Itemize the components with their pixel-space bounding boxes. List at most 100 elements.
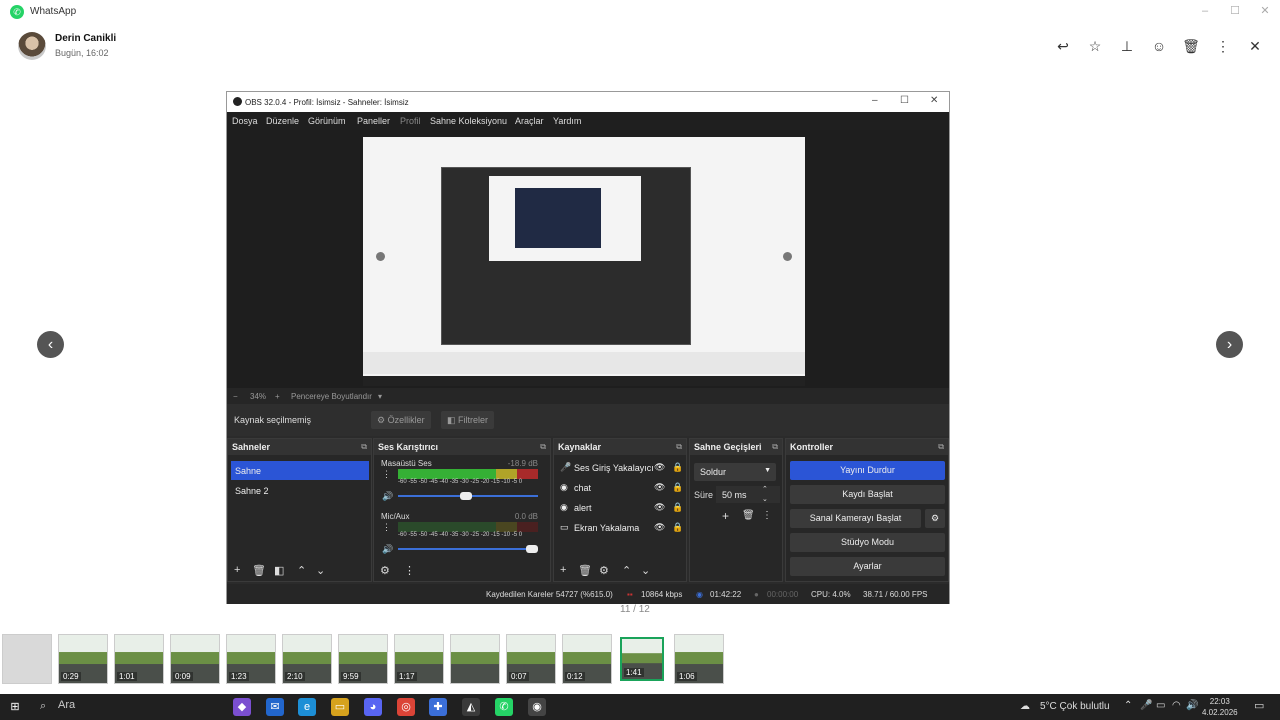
thumbnail[interactable]: 2:10 <box>282 634 332 684</box>
volume-slider[interactable] <box>398 545 538 553</box>
thumbnail[interactable]: 9:59 <box>338 634 388 684</box>
start-virtual-camera-button[interactable]: Sanal Kamerayı Başlat <box>790 509 921 528</box>
visibility-eye-icon[interactable]: 👁 <box>654 482 665 493</box>
scene-up-icon[interactable]: ⌃ <box>297 564 306 577</box>
menu-sahne-koleksiyonu[interactable]: Sahne Koleksiyonu <box>430 116 507 126</box>
volume-knob[interactable] <box>526 545 538 553</box>
speaker-icon[interactable]: 🔊 <box>382 544 393 555</box>
pin-icon[interactable]: ⊥ <box>1117 36 1137 56</box>
thumbnail-active[interactable]: 1:41 <box>620 637 664 681</box>
obs-maximize-icon[interactable]: ☐ <box>900 95 909 106</box>
menu-gorunum[interactable]: Görünüm <box>308 116 346 126</box>
whatsapp-taskbar-icon[interactable]: ✆ <box>495 698 513 716</box>
virtual-camera-settings-icon[interactable]: ⚙ <box>925 509 945 528</box>
channel-menu-icon[interactable]: ⋮ <box>382 469 391 480</box>
edge-icon[interactable]: e <box>298 698 316 716</box>
source-item-alert[interactable]: ◉ alert 👁 🔒 <box>558 499 684 517</box>
app-icon[interactable]: ✚ <box>429 698 447 716</box>
file-explorer-icon[interactable]: ▭ <box>331 698 349 716</box>
menu-profil[interactable]: Profil <box>400 116 421 126</box>
zoom-dropdown-icon[interactable]: ▾ <box>378 392 382 401</box>
duration-down-icon[interactable]: ⌄ <box>762 495 768 503</box>
lock-icon[interactable]: 🔒 <box>672 522 683 533</box>
undock-icon[interactable]: ⧉ <box>540 442 546 452</box>
minimize-button[interactable]: – <box>1190 2 1220 20</box>
copilot-icon[interactable]: ◆ <box>233 698 251 716</box>
app-icon-2[interactable]: ◭ <box>462 698 480 716</box>
settings-button[interactable]: Ayarlar <box>790 557 945 576</box>
thumbnail[interactable]: 0:07 <box>506 634 556 684</box>
thumbnail[interactable]: 1:06 <box>674 634 724 684</box>
source-properties-icon[interactable]: ⚙ <box>599 564 609 577</box>
undock-icon[interactable]: ⧉ <box>361 442 367 452</box>
duration-up-icon[interactable]: ⌃ <box>762 485 768 493</box>
close-viewer-icon[interactable]: ✕ <box>1245 36 1265 56</box>
delete-icon[interactable]: 🗑 <box>1181 36 1201 56</box>
volume-knob[interactable] <box>460 492 472 500</box>
source-item-audio-input[interactable]: 🎤 Ses Giriş Yakalayıcı 👁 🔒 <box>558 459 684 477</box>
speaker-icon[interactable]: 🔊 <box>382 491 393 502</box>
undock-icon[interactable]: ⧉ <box>772 442 778 452</box>
taskbar-search[interactable]: Ara <box>58 699 75 711</box>
tray-chevron-icon[interactable]: ⌃ <box>1124 700 1132 711</box>
lock-icon[interactable]: 🔒 <box>672 502 683 513</box>
weather-text[interactable]: 5°C Çok bulutlu <box>1040 701 1110 712</box>
menu-duzenle[interactable]: Düzenle <box>266 116 299 126</box>
maximize-button[interactable]: ☐ <box>1220 2 1250 20</box>
preview-canvas[interactable] <box>363 137 805 386</box>
stop-stream-button[interactable]: Yayını Durdur <box>790 461 945 480</box>
start-windows-icon[interactable]: ⊞ <box>6 698 24 716</box>
duration-input[interactable]: 50 ms <box>716 486 780 503</box>
scene-item-sahne-2[interactable]: Sahne 2 <box>231 481 369 500</box>
zoom-out-button[interactable]: − <box>233 392 238 401</box>
source-down-icon[interactable]: ⌄ <box>641 564 650 577</box>
thumbnail[interactable]: 0:12 <box>562 634 612 684</box>
add-source-icon[interactable]: + <box>560 564 566 576</box>
transition-menu-icon[interactable]: ⋮ <box>762 510 772 521</box>
thumbnail[interactable]: 0:29 <box>58 634 108 684</box>
visibility-eye-icon[interactable]: 👁 <box>654 522 665 533</box>
thumbnail[interactable] <box>450 634 500 684</box>
studio-mode-button[interactable]: Stüdyo Modu <box>790 533 945 552</box>
lock-icon[interactable]: 🔒 <box>672 462 683 473</box>
start-recording-button[interactable]: Kaydı Başlat <box>790 485 945 504</box>
thumbnail[interactable]: 1:01 <box>114 634 164 684</box>
channel-menu-icon[interactable]: ⋮ <box>382 522 391 533</box>
transition-select[interactable]: Soldur ▼ <box>694 463 776 481</box>
source-item-screen-capture[interactable]: ▭ Ekran Yakalama 👁 🔒 <box>558 519 684 537</box>
chrome-icon[interactable]: ◎ <box>397 698 415 716</box>
microphone-icon[interactable]: 🎤 <box>1140 700 1152 711</box>
obs-close-icon[interactable]: ✕ <box>930 95 938 106</box>
thumbnail[interactable] <box>2 634 52 684</box>
menu-araclar[interactable]: Araçlar <box>515 116 544 126</box>
remove-source-icon[interactable]: 🗑 <box>578 564 592 577</box>
thumbnail[interactable]: 0:09 <box>170 634 220 684</box>
discord-icon[interactable]: ◕ <box>364 698 382 716</box>
volume-slider[interactable] <box>398 492 538 500</box>
add-scene-icon[interactable]: + <box>234 564 240 576</box>
menu-dosya[interactable]: Dosya <box>232 116 258 126</box>
visibility-eye-icon[interactable]: 👁 <box>654 502 665 513</box>
scene-down-icon[interactable]: ⌄ <box>316 564 325 577</box>
more-options-icon[interactable]: ⋮ <box>1213 36 1233 56</box>
source-up-icon[interactable]: ⌃ <box>622 564 631 577</box>
emoji-icon[interactable]: ☺ <box>1149 36 1169 56</box>
source-item-chat[interactable]: ◉ chat 👁 🔒 <box>558 479 684 497</box>
menu-yardim[interactable]: Yardım <box>553 116 581 126</box>
taskbar-clock[interactable]: 22:03 4.02.2026 <box>1202 696 1238 718</box>
obs-minimize-icon[interactable]: – <box>872 95 878 106</box>
scene-item-sahne[interactable]: Sahne <box>231 461 369 480</box>
previous-media-button[interactable]: ‹ <box>37 331 64 358</box>
thumbnail[interactable]: 1:17 <box>394 634 444 684</box>
menu-paneller[interactable]: Paneller <box>357 116 390 126</box>
avatar[interactable] <box>18 32 46 60</box>
star-icon[interactable]: ☆ <box>1085 36 1105 56</box>
add-transition-icon[interactable]: + <box>722 509 729 523</box>
undock-icon[interactable]: ⧉ <box>938 442 944 452</box>
lock-icon[interactable]: 🔒 <box>672 482 683 493</box>
notification-icon[interactable]: ▭ <box>1254 699 1264 712</box>
remove-scene-icon[interactable]: 🗑 <box>252 564 266 577</box>
remove-transition-icon[interactable]: 🗑 <box>742 510 755 521</box>
network-icon[interactable]: ▭ <box>1156 700 1165 711</box>
undock-icon[interactable]: ⧉ <box>676 442 682 452</box>
